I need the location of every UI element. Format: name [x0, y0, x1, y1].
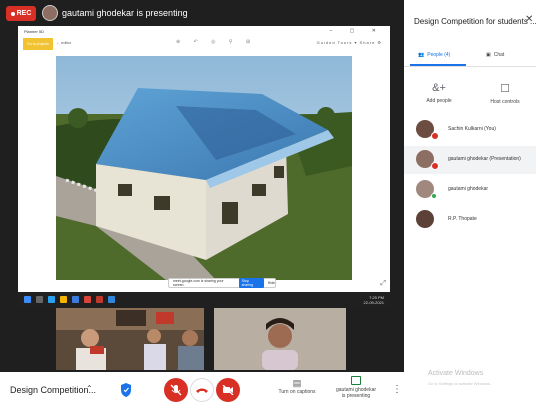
chrome-icon [84, 296, 91, 303]
captions-label: Turn on captions [278, 389, 316, 395]
present-button[interactable]: gautami ghodekar is presenting [328, 376, 384, 399]
screen-share-notice: meet.google.com is sharing your screen. … [168, 278, 276, 288]
app-icon [96, 296, 103, 303]
chat-icon: ▣ [486, 52, 491, 58]
speaking-icon [431, 193, 437, 199]
participant-row[interactable]: Sachin Kulkarni (You) [404, 116, 536, 144]
add-people-label: Add people [426, 98, 452, 104]
mic-off-icon [170, 384, 182, 396]
shield-icon[interactable] [120, 382, 132, 398]
leave-call-button[interactable] [190, 378, 214, 402]
edge-icon [48, 296, 55, 303]
panel-title: Design Competition for students ... [414, 17, 536, 26]
shared-screen: Planner 5D – ▢ ✕ Go to projects ← editor… [18, 26, 390, 292]
captions-button[interactable]: ▤ Turn on captions [272, 378, 322, 395]
avatar [416, 210, 434, 228]
microphone-toggle-button[interactable] [164, 378, 188, 402]
windows-start-icon [24, 296, 31, 303]
more-options-icon[interactable]: ⋮ [392, 384, 402, 395]
present-label-line2: is presenting [341, 393, 371, 399]
tab-chat[interactable]: ▣ Chat [486, 46, 504, 64]
meeting-name[interactable]: Design Competition... [10, 385, 96, 395]
projects-chip: Go to projects [23, 38, 53, 50]
taskbar-date: 22-09-2021 [363, 300, 384, 305]
people-icon: 👥 [418, 52, 425, 58]
presenter-status: gautami ghodekar is presenting [62, 8, 188, 18]
close-icon[interactable]: ✕ [525, 14, 533, 25]
share-notice-text: meet.google.com is sharing your screen. [173, 279, 224, 287]
activation-watermark: Activate Windows [428, 370, 484, 377]
app-icon [108, 296, 115, 303]
participants-video [56, 308, 204, 370]
meet-window: REC gautami ghodekar is presenting Plann… [0, 0, 536, 410]
tab-divider [404, 66, 536, 67]
host-controls-label: Host controls [490, 99, 520, 105]
presenter-avatar [42, 5, 58, 21]
stop-sharing-button[interactable]: Stop sharing [238, 278, 264, 288]
hang-up-icon [196, 388, 208, 393]
camera-off-icon [222, 385, 234, 395]
shared-right-tools: Guided Tours ▾ Share ⚙ [316, 40, 382, 45]
camera-toggle-button[interactable] [216, 378, 240, 402]
shared-taskbar: 7:25 PM 22-09-2021 [18, 292, 390, 308]
meeting-controls-bar: Design Competition... ⌃ ▤ Turn on captio… [0, 372, 404, 410]
search-icon [36, 296, 43, 303]
taskbar-app-icons [24, 296, 115, 303]
phone-icon: ☐ [500, 83, 510, 95]
add-person-icon: &+ [432, 82, 446, 94]
participant-name: gautami ghodekar [448, 186, 489, 192]
folder-icon [60, 296, 67, 303]
tab-chat-label: Chat [493, 52, 505, 58]
participant-name: gautami ghodekar (Presentation) [448, 156, 521, 162]
participant-row[interactable]: gautami ghodekar [404, 176, 536, 204]
chevron-up-icon[interactable]: ⌃ [86, 384, 93, 393]
expand-icon: ⤢ [380, 280, 386, 287]
record-dot-icon [10, 11, 15, 16]
participant-tile-group [56, 308, 204, 370]
3d-house-viewport [56, 56, 352, 280]
people-panel: Design Competition for students ... ✕ 👥 … [404, 0, 536, 410]
participant-tile-gautami [214, 308, 346, 370]
recording-badge: REC [6, 6, 36, 21]
host-controls-button[interactable]: ☐ Host controls [480, 82, 530, 105]
present-screen-icon [351, 376, 361, 385]
meeting-stage: REC gautami ghodekar is presenting Plann… [0, 0, 404, 372]
participant-row[interactable]: gautami ghodekar (Presentation) [404, 146, 536, 174]
house-render [56, 56, 352, 280]
participant-name: Sachin Kulkarni (You) [448, 126, 496, 132]
muted-mic-icon [431, 162, 439, 170]
participant-row[interactable]: R.P. Thopate [404, 206, 536, 234]
editor-tool: ← editor [56, 40, 72, 45]
gautami-video [214, 308, 346, 370]
taskbar-clock: 7:25 PM 22-09-2021 [364, 295, 384, 305]
rec-label: REC [16, 10, 32, 17]
view-tools-icon: ⊕ ↶ ◎ ⚲ ⊞ [176, 39, 257, 45]
hide-notice-button[interactable]: Hide [268, 281, 275, 285]
activation-watermark-sub: Go to Settings to activate Windows. [428, 381, 492, 386]
shared-window-controls: – ▢ ✕ [329, 28, 384, 34]
tab-people[interactable]: 👥 People (4) [418, 46, 450, 64]
muted-mic-icon [431, 132, 439, 140]
word-icon [72, 296, 79, 303]
tab-people-label: People (4) [427, 52, 451, 58]
shared-window-title: Planner 5D [24, 29, 45, 34]
captions-icon: ▤ [292, 378, 302, 388]
add-people-button[interactable]: &+ Add people [414, 82, 464, 104]
participant-name: R.P. Thopate [448, 216, 477, 222]
